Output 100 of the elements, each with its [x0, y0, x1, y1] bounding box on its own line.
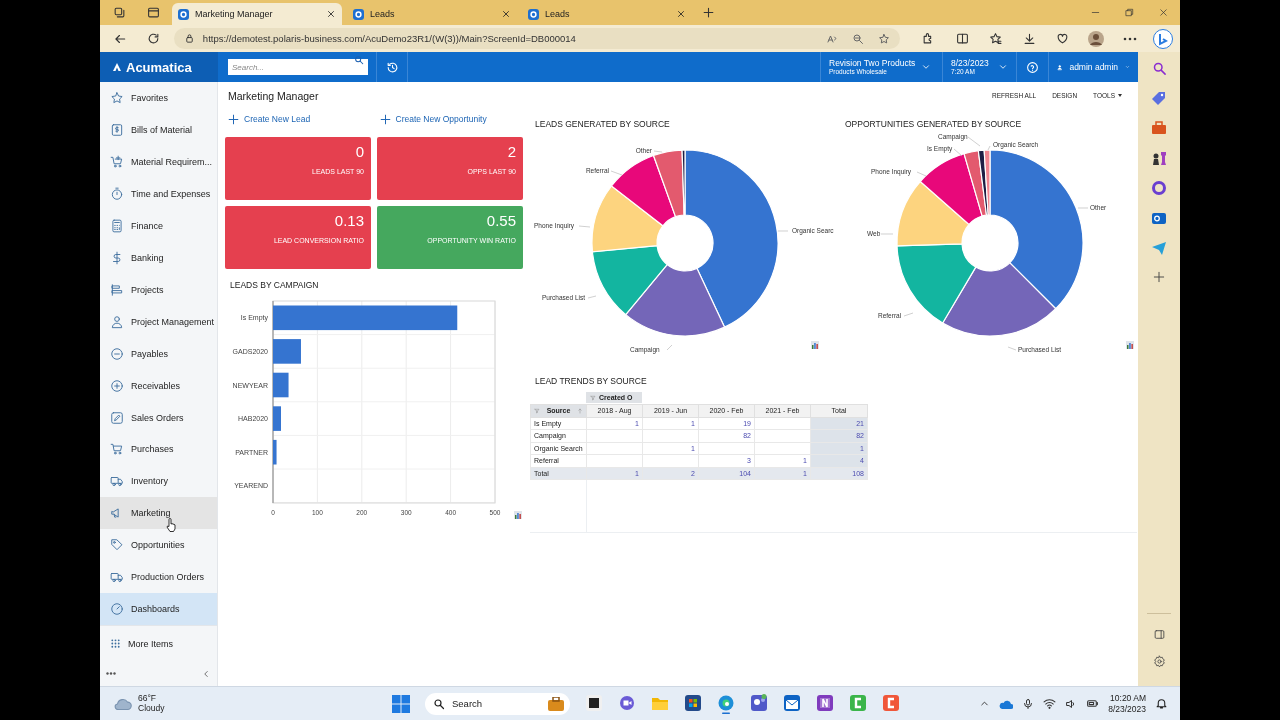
people-icon[interactable]: [750, 693, 768, 714]
more-icon[interactable]: [106, 672, 116, 676]
favorites-star-icon[interactable]: [989, 32, 1003, 45]
collapse-chevron-icon[interactable]: [201, 668, 211, 679]
pencil-icon: [110, 410, 124, 425]
history-icon[interactable]: [385, 60, 399, 74]
swirl-icon[interactable]: [717, 693, 735, 714]
kpi-value: 0.13: [334, 212, 364, 229]
create-link[interactable]: Create New Lead: [227, 112, 379, 126]
app-icon[interactable]: [882, 693, 900, 714]
bar: [273, 406, 281, 431]
start-icon[interactable]: [392, 694, 410, 713]
leader-line: [666, 344, 673, 351]
sidebar-item[interactable]: Favorites: [100, 82, 217, 114]
sidebar-item[interactable]: Banking: [100, 241, 217, 274]
sidebar-item[interactable]: Bills of Material: [100, 113, 217, 146]
close-icon[interactable]: [1157, 7, 1169, 18]
sidebar-item[interactable]: Time and Expenses: [100, 177, 217, 210]
sidebar-item[interactable]: Opportunities: [100, 529, 217, 562]
sidebar-panel-icon[interactable]: [1152, 628, 1166, 641]
sidebar-item[interactable]: Sales Orders: [100, 401, 217, 434]
copilot-icon[interactable]: [1153, 28, 1174, 49]
store-icon[interactable]: [684, 693, 702, 714]
leader-line: [578, 225, 591, 228]
site-icon: [178, 8, 189, 20]
tag-icon[interactable]: [1151, 90, 1167, 106]
sidebar-item[interactable]: Projects: [100, 273, 217, 306]
close-icon[interactable]: [326, 9, 336, 19]
leader-line: [587, 295, 597, 299]
notification-bell-icon[interactable]: [1155, 697, 1168, 710]
calculator-icon: [110, 218, 124, 233]
sidebar-item[interactable]: Receivables: [100, 369, 217, 402]
chart-title: LEADS GENERATED BY SOURCE: [534, 118, 671, 130]
close-icon[interactable]: [501, 9, 511, 19]
star-icon[interactable]: [878, 32, 890, 45]
clock[interactable]: 10:20 AM 8/23/2023: [1108, 693, 1146, 714]
sidebar-item[interactable]: Project Management: [100, 305, 217, 338]
close-icon[interactable]: [676, 9, 686, 19]
sidebar-item[interactable]: Finance: [100, 209, 217, 242]
sidebar-item[interactable]: Marketing: [100, 497, 217, 530]
new-tab-icon[interactable]: [701, 6, 715, 19]
search-icon[interactable]: [1151, 61, 1167, 76]
sidebar-item[interactable]: Material Requirem...: [100, 145, 217, 178]
download-icon[interactable]: [1022, 32, 1036, 45]
leader-line: [967, 136, 981, 147]
notebook-icon[interactable]: [816, 693, 834, 714]
cart-plus-icon: [110, 154, 124, 169]
ring-icon[interactable]: [1151, 180, 1167, 196]
split-screen-icon[interactable]: [955, 32, 969, 45]
avatar-icon[interactable]: [1088, 30, 1105, 47]
heart-icon[interactable]: [1056, 32, 1070, 45]
workspaces-icon[interactable]: [112, 6, 126, 19]
toolbox-icon[interactable]: [1151, 120, 1167, 136]
mail-app-icon[interactable]: [1151, 210, 1167, 226]
plus-icon: [227, 112, 240, 126]
window-icon[interactable]: [585, 693, 603, 714]
battery-icon[interactable]: [1086, 697, 1100, 710]
bars-icon: [110, 282, 124, 297]
microphone-icon[interactable]: [1022, 697, 1035, 710]
dots-grid-icon: [110, 638, 121, 650]
settings-icon[interactable]: [1152, 655, 1166, 668]
chart-type-icon[interactable]: [514, 511, 522, 519]
chess-pieces-icon[interactable]: [1151, 150, 1167, 166]
sidebar-item[interactable]: Purchases: [100, 433, 217, 466]
create-link[interactable]: Create New Opportunity: [378, 112, 530, 126]
taskbar-search[interactable]: Search: [425, 692, 570, 715]
wifi-icon[interactable]: [1043, 697, 1057, 710]
chart-type-icon[interactable]: [1126, 341, 1134, 349]
mail-icon[interactable]: [783, 693, 801, 714]
sidebar-item[interactable]: Inventory: [100, 465, 217, 498]
search-icon: [433, 697, 445, 710]
sidebar-item[interactable]: Production Orders: [100, 561, 217, 594]
lock-icon[interactable]: [183, 33, 195, 44]
more-items[interactable]: More Items: [100, 625, 217, 662]
plus-circle-icon: [110, 378, 124, 393]
hand-cursor-icon: [166, 518, 177, 532]
refresh-icon[interactable]: [146, 32, 160, 45]
help-icon[interactable]: [1026, 60, 1039, 74]
search-field[interactable]: Search...: [228, 59, 368, 75]
restore-icon[interactable]: [1123, 7, 1135, 18]
more-icon[interactable]: [1122, 36, 1137, 41]
address-bar[interactable]: https://demotest.polaris-business.com/AcuDemo23R1/(W(3))/Main?ScreenId=DB000014: [173, 28, 900, 49]
tab-actions-icon[interactable]: [146, 6, 160, 19]
kpi-value: 2: [507, 143, 516, 160]
browser-tab[interactable]: Leads: [347, 3, 517, 25]
cloud-icon[interactable]: [999, 698, 1014, 709]
page-title: Marketing Manager: [228, 89, 320, 102]
app-icon[interactable]: [849, 693, 867, 714]
sidebar-item[interactable]: Dashboards: [100, 593, 217, 626]
chart-title: LEADS BY CAMPAIGN: [229, 279, 320, 291]
zoom-out-icon[interactable]: [852, 32, 864, 45]
browser-tab[interactable]: Leads: [522, 3, 692, 25]
truck-icon: [110, 474, 124, 489]
sidebar-item[interactable]: Payables: [100, 337, 217, 370]
weather-condition: Cloudy: [138, 703, 165, 714]
browser-tab[interactable]: Marketing Manager: [172, 3, 342, 25]
kpi-value: 0.55: [486, 212, 516, 229]
chart-type-icon[interactable]: [811, 341, 819, 349]
site-icon: [528, 8, 539, 20]
cart-icon: [110, 442, 124, 457]
